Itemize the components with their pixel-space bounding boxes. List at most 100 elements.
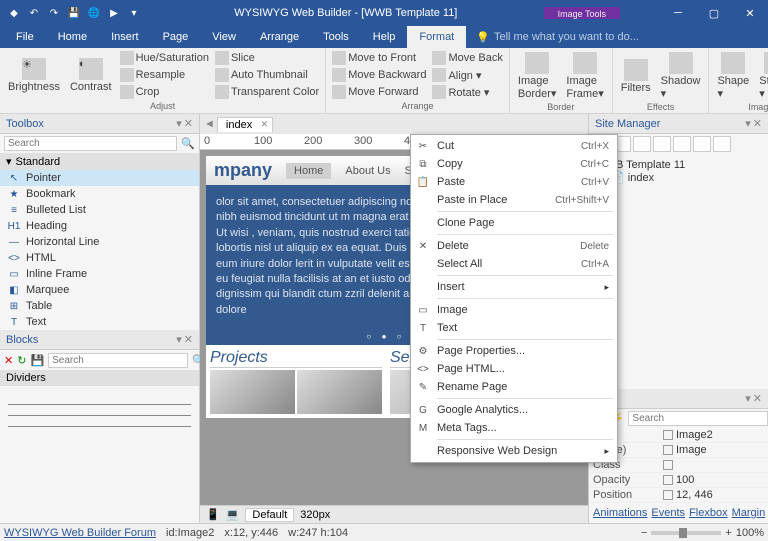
slice-button[interactable]: Slice: [213, 50, 321, 66]
menu-item-responsive-web-design[interactable]: Responsive Web Design▸: [411, 442, 617, 460]
blocks-save-icon[interactable]: 💾: [30, 352, 44, 368]
brightness-button[interactable]: ☀Brightness: [4, 56, 64, 95]
minimize-button[interactable]: ─: [660, 0, 696, 26]
sm-delete-icon[interactable]: [653, 136, 671, 152]
toolbox-group-standard[interactable]: ▾Standard: [0, 153, 199, 170]
props-link-flexbox[interactable]: Flexbox: [689, 507, 728, 519]
toolbox-item-heading[interactable]: H1Heading: [0, 218, 199, 234]
tab-page[interactable]: Page: [151, 26, 201, 48]
menu-item-copy[interactable]: ⧉CopyCtrl+C: [411, 155, 617, 173]
document-tab-index[interactable]: index✕: [217, 117, 273, 132]
menu-item-google-analytics-[interactable]: GGoogle Analytics...: [411, 401, 617, 419]
menu-item-delete[interactable]: ✕DeleteDelete: [411, 237, 617, 255]
auto-thumbnail-button[interactable]: Auto Thumbnail: [213, 67, 321, 83]
tell-me-search[interactable]: 💡Tell me what you want to do...: [476, 31, 639, 44]
menu-item-clone-page[interactable]: Clone Page: [411, 214, 617, 232]
toolbox-item-bookmark[interactable]: ★Bookmark: [0, 186, 199, 202]
publish-icon[interactable]: 🌐: [86, 5, 102, 21]
panel-close-icon[interactable]: ✕: [753, 117, 762, 130]
crop-button[interactable]: Crop: [118, 84, 211, 100]
hue-saturation-button[interactable]: Hue/Saturation: [118, 50, 211, 66]
menu-item-image[interactable]: ▭Image: [411, 301, 617, 319]
menu-item-select-all[interactable]: Select AllCtrl+A: [411, 255, 617, 273]
close-button[interactable]: ✕: [732, 0, 768, 26]
tab-tools[interactable]: Tools: [311, 26, 361, 48]
tab-home[interactable]: Home: [46, 26, 99, 48]
zoom-in-icon[interactable]: +: [725, 527, 731, 539]
props-link-events[interactable]: Events: [651, 507, 685, 519]
tab-arrange[interactable]: Arrange: [248, 26, 311, 48]
move-forward-button[interactable]: Move Forward: [330, 84, 428, 100]
toolbox-item-html[interactable]: <>HTML: [0, 250, 199, 266]
props-link-animations[interactable]: Animations: [593, 507, 647, 519]
tab-file[interactable]: File: [4, 26, 46, 48]
panel-close-icon[interactable]: ✕: [753, 392, 762, 405]
menu-item-paste-in-place[interactable]: Paste in PlaceCtrl+Shift+V: [411, 191, 617, 209]
properties-search-input[interactable]: [628, 411, 768, 426]
tab-help[interactable]: Help: [361, 26, 408, 48]
sm-props-icon[interactable]: [713, 136, 731, 152]
tab-format[interactable]: Format: [407, 26, 466, 48]
qat-dropdown-icon[interactable]: ▾: [126, 5, 142, 21]
maximize-button[interactable]: ▢: [696, 0, 732, 26]
tab-close-icon[interactable]: ✕: [261, 119, 269, 130]
menu-item-cut[interactable]: ✂CutCtrl+X: [411, 137, 617, 155]
move-backward-button[interactable]: Move Backward: [330, 67, 428, 83]
menu-item-meta-tags-[interactable]: MMeta Tags...: [411, 419, 617, 437]
menu-item-insert[interactable]: Insert▸: [411, 278, 617, 296]
sm-up-icon[interactable]: [673, 136, 691, 152]
sm-down-icon[interactable]: [693, 136, 711, 152]
move-back-button[interactable]: Move Back: [430, 50, 504, 66]
menu-item-page-html-[interactable]: <>Page HTML...: [411, 360, 617, 378]
shape-button[interactable]: Shape ▾: [713, 50, 753, 102]
toolbox-item-inline-frame[interactable]: ▭Inline Frame: [0, 266, 199, 282]
forum-link[interactable]: WYSIWYG Web Builder Forum: [4, 527, 156, 539]
transparent-color-button[interactable]: Transparent Color: [213, 84, 321, 100]
image-border-button[interactable]: Image Border▾: [514, 50, 561, 102]
stencil-button[interactable]: Stencil ▾: [755, 50, 768, 102]
save-icon[interactable]: 💾: [66, 5, 82, 21]
blocks-search-input[interactable]: [48, 353, 188, 368]
image-frame-button[interactable]: Image Frame▾: [562, 50, 607, 102]
blocks-refresh-icon[interactable]: ↻: [17, 352, 26, 368]
divider-sample[interactable]: [8, 415, 191, 416]
shadow-button[interactable]: Shadow ▾: [657, 50, 705, 102]
panel-close-icon[interactable]: ✕: [184, 333, 193, 346]
filters-button[interactable]: Filters: [617, 57, 655, 96]
zoom-slider[interactable]: [651, 531, 721, 535]
search-icon[interactable]: 🔍: [181, 137, 195, 150]
toolbox-search-input[interactable]: [4, 136, 177, 151]
panel-close-icon[interactable]: ✕: [184, 117, 193, 130]
dividers-group[interactable]: Dividers: [0, 370, 199, 386]
redo-icon[interactable]: ↷: [46, 5, 62, 21]
sm-copy-icon[interactable]: [633, 136, 651, 152]
toolbox-item-table[interactable]: ⊞Table: [0, 298, 199, 314]
toolbox-item-text[interactable]: TText: [0, 314, 199, 330]
panel-dropdown-icon[interactable]: ▾: [176, 117, 182, 130]
breakpoint-icon[interactable]: 💻: [226, 508, 240, 521]
move-to-front-button[interactable]: Move to Front: [330, 50, 428, 66]
preview-icon[interactable]: ▶: [106, 5, 122, 21]
property-row[interactable]: Position12, 446: [589, 488, 768, 503]
breakpoint-default[interactable]: Default: [245, 508, 294, 522]
menu-item-paste[interactable]: 📋PasteCtrl+V: [411, 173, 617, 191]
zoom-out-icon[interactable]: −: [641, 527, 647, 539]
tree-item-index[interactable]: 📄 index: [597, 171, 760, 184]
rotate-button[interactable]: Rotate ▾: [430, 84, 504, 100]
panel-dropdown-icon[interactable]: ▾: [745, 117, 751, 130]
toolbox-item-marquee[interactable]: ◧Marquee: [0, 282, 199, 298]
tab-view[interactable]: View: [200, 26, 248, 48]
menu-item-rename-page[interactable]: ✎Rename Page: [411, 378, 617, 396]
panel-dropdown-icon[interactable]: ▾: [176, 333, 182, 346]
tab-insert[interactable]: Insert: [99, 26, 151, 48]
property-row[interactable]: Opacity100: [589, 473, 768, 488]
blocks-delete-icon[interactable]: ✕: [4, 352, 13, 368]
divider-sample[interactable]: [8, 426, 191, 427]
divider-sample[interactable]: [8, 404, 191, 405]
breakpoint-icon[interactable]: 📱: [206, 508, 220, 521]
tab-prev-icon[interactable]: ◄: [204, 118, 215, 130]
props-link-margin[interactable]: Margin: [732, 507, 766, 519]
panel-dropdown-icon[interactable]: ▾: [745, 392, 751, 405]
undo-icon[interactable]: ↶: [26, 5, 42, 21]
toolbox-item-bulleted-list[interactable]: ≡Bulleted List: [0, 202, 199, 218]
